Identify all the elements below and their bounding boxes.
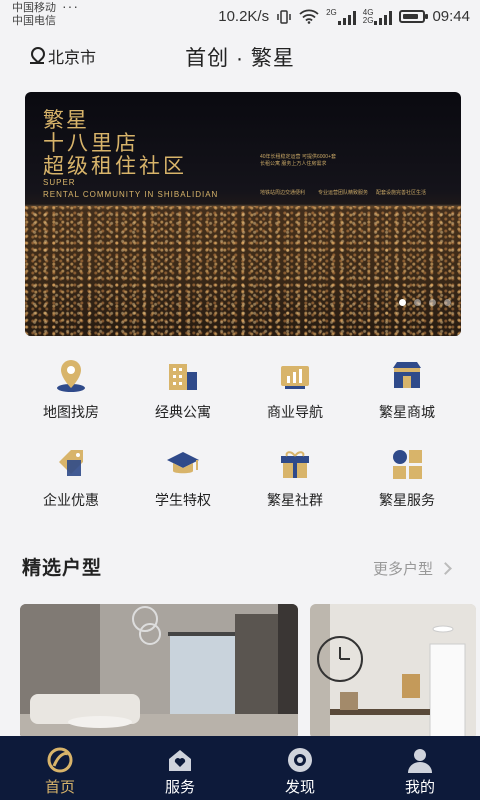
layout-card-living-room[interactable] [20, 604, 298, 739]
grid-label: 地图找房 [43, 404, 99, 420]
grid-item-apartments[interactable]: 经典公寓 [127, 358, 239, 428]
battery-icon [399, 10, 429, 23]
banner-note-3: 专业运营团队精致服务 [318, 190, 369, 196]
service-grid-icon [393, 450, 422, 479]
signal-bars-icon [374, 10, 393, 25]
signal-bars-icon [337, 10, 356, 25]
carrier-2: 中国电信 [12, 15, 56, 27]
carrier-info: 中国移动 中国电信 ··· [12, 0, 78, 28]
grid-label: 学生特权 [155, 492, 211, 508]
heart-house-icon [169, 750, 191, 771]
home-icon [47, 747, 73, 773]
living-room-image [20, 604, 298, 739]
user-icon [408, 749, 432, 773]
grid-label: 商业导航 [267, 404, 323, 420]
section-title: 精选户型 [22, 558, 103, 579]
carousel-indicator[interactable] [399, 299, 451, 306]
network-speed: 10.2K/s [218, 8, 270, 25]
signal-2g: 2G [326, 7, 356, 25]
more-label: 更多户型 [372, 561, 433, 578]
page-title: 首创 · 繁星 [185, 47, 295, 70]
discover-icon [288, 748, 312, 772]
app-header: 北京市 首创 · 繁星 [0, 38, 480, 72]
tag-icon [59, 450, 83, 476]
promo-banner[interactable]: 繁星 十八里店 超级租住社区 SUPER RENTAL COMMUNITY IN… [25, 92, 461, 336]
app-screen: 中国移动 中国电信 ··· 10.2K/s 2G 4G 2G 09:44 北京市… [0, 0, 480, 800]
banner-note-1: 40年长租稳定运营 可提供6000+套长租公寓 服务上万人住房需求 [260, 154, 336, 167]
banner-city-night-image [25, 206, 461, 336]
battery-fill [403, 14, 419, 19]
net-2g-label-b: 2G [362, 15, 374, 25]
gift-icon [281, 451, 309, 478]
carousel-dot[interactable] [429, 299, 436, 306]
grid-label: 繁星商城 [379, 404, 435, 420]
grid-item-student-perks[interactable]: 学生特权 [127, 446, 239, 516]
grid-label: 经典公寓 [155, 404, 211, 420]
net-2g-label: 2G [326, 7, 337, 17]
nav-home[interactable]: 首页 [0, 736, 120, 800]
grid-item-map-search[interactable]: 地图找房 [15, 358, 127, 428]
nav-discover[interactable]: 发现 [240, 736, 360, 800]
grid-label: 企业优惠 [43, 492, 99, 508]
nav-label: 发现 [284, 779, 315, 796]
shop-icon [393, 362, 421, 388]
layout-card-dining[interactable] [310, 604, 476, 739]
grid-label: 繁星服务 [379, 492, 435, 508]
net-4g-labels: 4G 2G [362, 8, 374, 25]
more-layouts-link[interactable]: 更多户型 [372, 558, 452, 579]
grid-item-services[interactable]: 繁星服务 [351, 446, 463, 516]
carousel-dot[interactable] [414, 299, 421, 306]
grid-item-enterprise-offers[interactable]: 企业优惠 [15, 446, 127, 516]
map-pin-icon [57, 360, 85, 392]
clock: 09:44 [432, 8, 470, 25]
nav-profile[interactable]: 我的 [360, 736, 480, 800]
grid-label: 繁星社群 [267, 492, 323, 508]
banner-subtitle-2: 超级租住社区 [43, 155, 187, 178]
nav-label: 首页 [44, 779, 75, 796]
status-right: 10.2K/s 2G 4G 2G 09:44 [218, 8, 470, 25]
nav-label: 我的 [404, 779, 435, 796]
status-bar: 中国移动 中国电信 ··· 10.2K/s 2G 4G 2G 09:44 [0, 0, 480, 36]
grid-item-community[interactable]: 繁星社群 [239, 446, 351, 516]
dining-room-image [310, 604, 476, 739]
building-icon [169, 364, 197, 390]
carousel-dot[interactable] [444, 299, 451, 306]
wifi-icon [299, 9, 319, 24]
chart-icon [281, 366, 309, 389]
nav-label: 服务 [164, 779, 195, 796]
grid-item-business-nav[interactable]: 商业导航 [239, 358, 351, 428]
nav-services[interactable]: 服务 [120, 736, 240, 800]
grid-item-mall[interactable]: 繁星商城 [351, 358, 463, 428]
vibrate-icon [277, 9, 291, 24]
chevron-right-icon [439, 562, 452, 575]
banner-note-4: 配套设施完善社区生活 [376, 190, 427, 196]
banner-english-1: SUPER [43, 178, 76, 187]
graduation-cap-icon [167, 452, 199, 474]
signal-4g: 4G 2G [362, 8, 393, 25]
more-notifications-icon: ··· [62, 0, 79, 14]
banner-english-2: RENTAL COMMUNITY IN SHIBALIDIAN [43, 190, 219, 199]
carousel-dot[interactable] [399, 299, 406, 306]
banner-note-2: 地铁站周边交通便利 [260, 190, 306, 196]
feature-grid: 地图找房 经典公寓 商业导航 繁星商城 企业优惠 学生特权 繁星社群 繁星服务 [15, 358, 465, 518]
bottom-nav: 首页 服务 发现 我的 [0, 736, 480, 800]
carrier-1: 中国移动 [12, 2, 56, 14]
